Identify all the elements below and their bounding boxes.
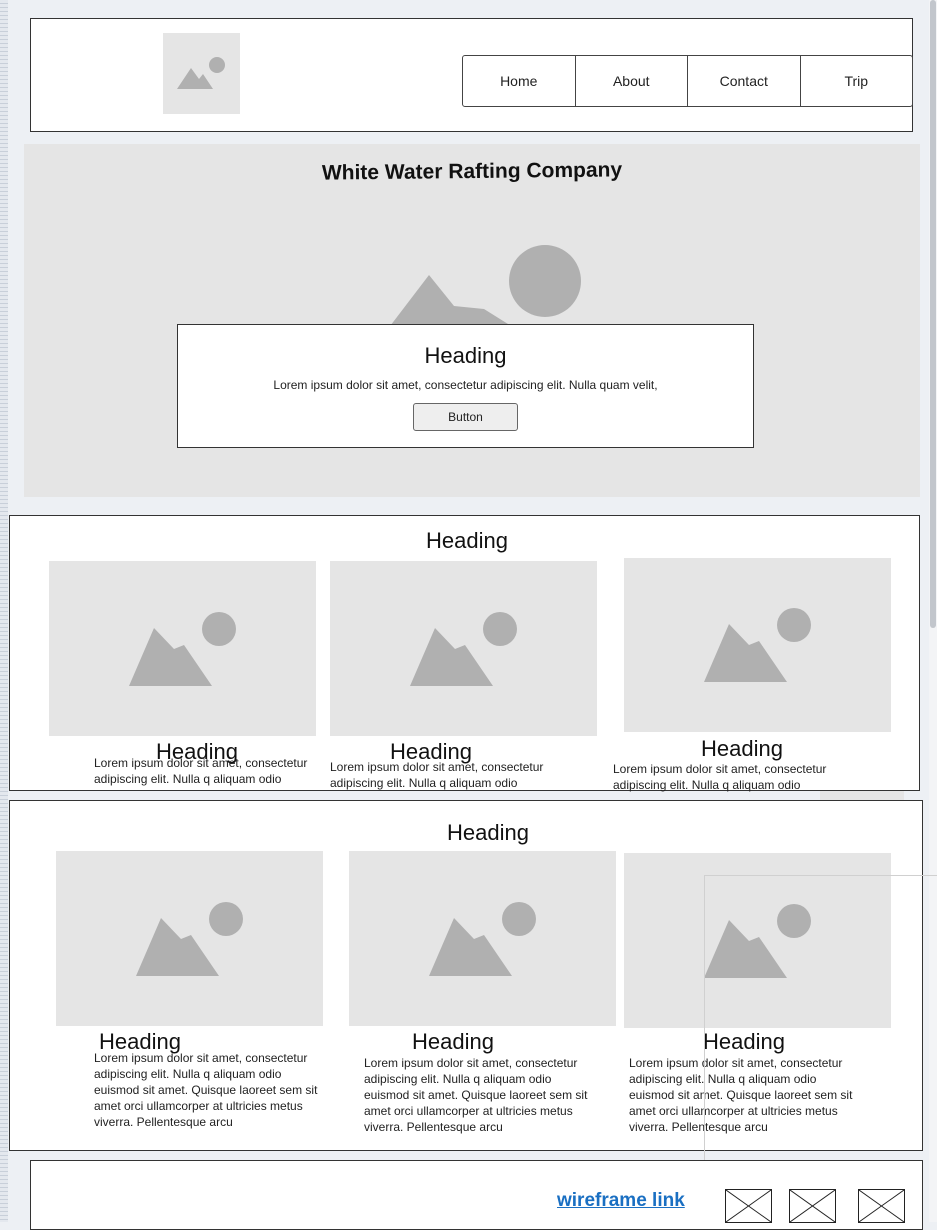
card-3-image xyxy=(624,558,891,732)
scrollbar-thumb[interactable] xyxy=(930,0,936,628)
image-icon xyxy=(129,612,236,686)
wireframe-link[interactable]: wireframe link xyxy=(557,1190,685,1212)
card-2-image xyxy=(330,561,597,736)
image-icon xyxy=(410,612,517,686)
card-5-heading: Heading xyxy=(412,1029,494,1054)
callout-text: Lorem ipsum dolor sit amet, consectetur … xyxy=(273,378,658,392)
card-2-text: Lorem ipsum dolor sit amet, consectetur … xyxy=(330,760,544,790)
image-icon xyxy=(429,902,536,976)
footer-icon-3[interactable] xyxy=(858,1189,905,1223)
card-5-image xyxy=(349,851,616,1026)
card-3-text: Lorem ipsum dolor sit amet, consectetur … xyxy=(613,762,827,792)
card-1-image xyxy=(49,561,316,736)
section-2-heading: Heading xyxy=(447,820,529,845)
vertical-ruler xyxy=(0,0,8,1222)
stray-image-placeholder xyxy=(820,791,904,800)
section-1-heading: Heading xyxy=(426,528,508,553)
image-placeholder-icon xyxy=(859,1190,904,1222)
card-5-text: Lorem ipsum dolor sit amet, consectetur … xyxy=(364,1056,588,1134)
image-placeholder-icon xyxy=(790,1190,835,1222)
hero-callout: Heading Lorem ipsum dolor sit amet, cons… xyxy=(177,324,754,448)
image-icon xyxy=(177,57,225,89)
image-icon xyxy=(136,902,243,976)
image-placeholder-icon xyxy=(726,1190,771,1222)
callout-heading: Heading xyxy=(424,343,507,368)
nav-item-about[interactable]: About xyxy=(574,56,688,106)
footer-icon-2[interactable] xyxy=(789,1189,836,1223)
footer-icon-1[interactable] xyxy=(725,1189,772,1223)
nav-item-contact[interactable]: Contact xyxy=(687,56,800,106)
image-icon xyxy=(704,608,811,682)
card-1-text: Lorem ipsum dolor sit amet, consectetur … xyxy=(94,756,308,786)
nav-item-home[interactable]: Home xyxy=(463,56,575,106)
card-4-text: Lorem ipsum dolor sit amet, consectetur … xyxy=(94,1051,318,1129)
callout-button[interactable]: Button xyxy=(413,403,518,431)
card-4-image xyxy=(56,851,323,1026)
main-nav: Home About Contact Trip xyxy=(462,55,913,107)
nav-item-trip[interactable]: Trip xyxy=(799,56,913,106)
card-3-heading: Heading xyxy=(701,736,783,761)
logo-image-placeholder xyxy=(163,33,240,114)
